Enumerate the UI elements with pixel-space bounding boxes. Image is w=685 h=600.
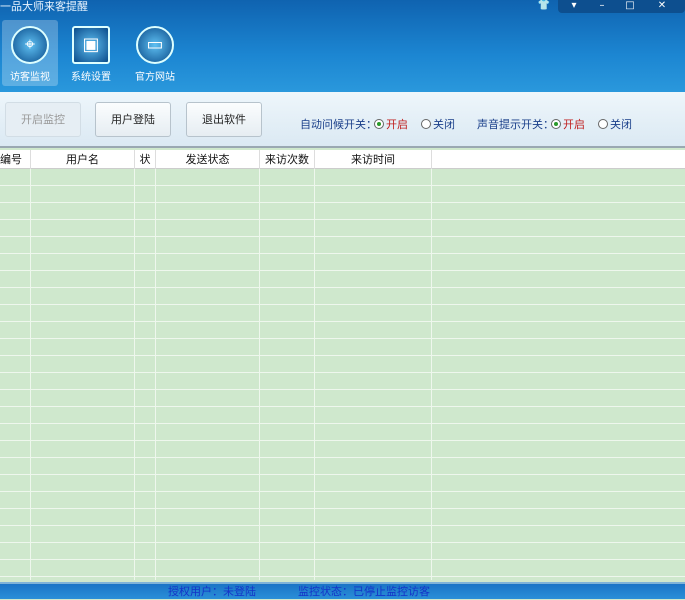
menu-icon[interactable]: ▾: [560, 0, 588, 12]
visitor-table-body[interactable]: [0, 169, 685, 580]
col-state[interactable]: 状: [135, 150, 156, 169]
col-visit-count[interactable]: 来访次数: [260, 150, 315, 169]
sound-on-radio[interactable]: 开启: [551, 116, 585, 132]
grid-line: [259, 169, 260, 580]
nav-label: 官方网站: [135, 72, 175, 83]
minimize-icon[interactable]: –: [588, 0, 616, 12]
shield-target-icon: ⌖: [11, 26, 49, 64]
login-button[interactable]: 用户登陆: [95, 102, 171, 137]
auto-greet-label: 自动问候开关：: [300, 118, 377, 131]
globe-monitor-icon: ▭: [136, 26, 174, 64]
grid-line: [314, 169, 315, 580]
status-bar: 授权用户：未登陆 监控状态：已停止监控访客: [0, 582, 685, 599]
exit-button[interactable]: 退出软件: [186, 102, 262, 137]
sound-label: 声音提示开关：: [477, 118, 554, 131]
sound-off-radio[interactable]: 关闭: [598, 116, 632, 132]
monitor-stethoscope-icon: ▣: [72, 26, 110, 64]
toolbar: 开启监控 用户登陆 退出软件 自动问候开关： 开启 关闭 声音提示开关： 开启 …: [0, 92, 685, 148]
title-banner: 一品大师来客提醒 👕 ▾ – □ ✕ ⌖ 访客监视 ▣ 系统设置 ▭ 官方网站: [0, 0, 685, 92]
nav-label: 访客监视: [10, 72, 50, 83]
grid-line: [155, 169, 156, 580]
grid-line: [134, 169, 135, 580]
auto-greet-on-radio[interactable]: 开启: [374, 116, 408, 132]
nav-system-settings[interactable]: ▣ 系统设置: [63, 20, 119, 86]
start-monitor-button[interactable]: 开启监控: [5, 102, 81, 137]
monitor-status: 监控状态：已停止监控访客: [298, 585, 430, 598]
maximize-icon[interactable]: □: [616, 0, 644, 12]
auto-greet-off-radio[interactable]: 关闭: [421, 116, 455, 132]
col-id[interactable]: 编号: [0, 150, 31, 169]
col-send-status[interactable]: 发送状态: [156, 150, 260, 169]
table-header: 编号 用户名 状 发送状态 来访次数 来访时间: [0, 150, 685, 169]
col-username[interactable]: 用户名: [31, 150, 135, 169]
auth-user-status: 授权用户：未登陆: [168, 585, 256, 598]
window-title: 一品大师来客提醒: [0, 0, 88, 13]
close-icon[interactable]: ✕: [648, 0, 676, 12]
nav-visitor-monitor[interactable]: ⌖ 访客监视: [2, 20, 58, 86]
nav-label: 系统设置: [71, 72, 111, 83]
col-visit-time[interactable]: 来访时间: [315, 150, 432, 169]
grid-line: [431, 169, 432, 580]
skin-icon[interactable]: 👕: [530, 0, 558, 12]
grid-line: [30, 169, 31, 580]
nav-official-website[interactable]: ▭ 官方网站: [127, 20, 183, 86]
